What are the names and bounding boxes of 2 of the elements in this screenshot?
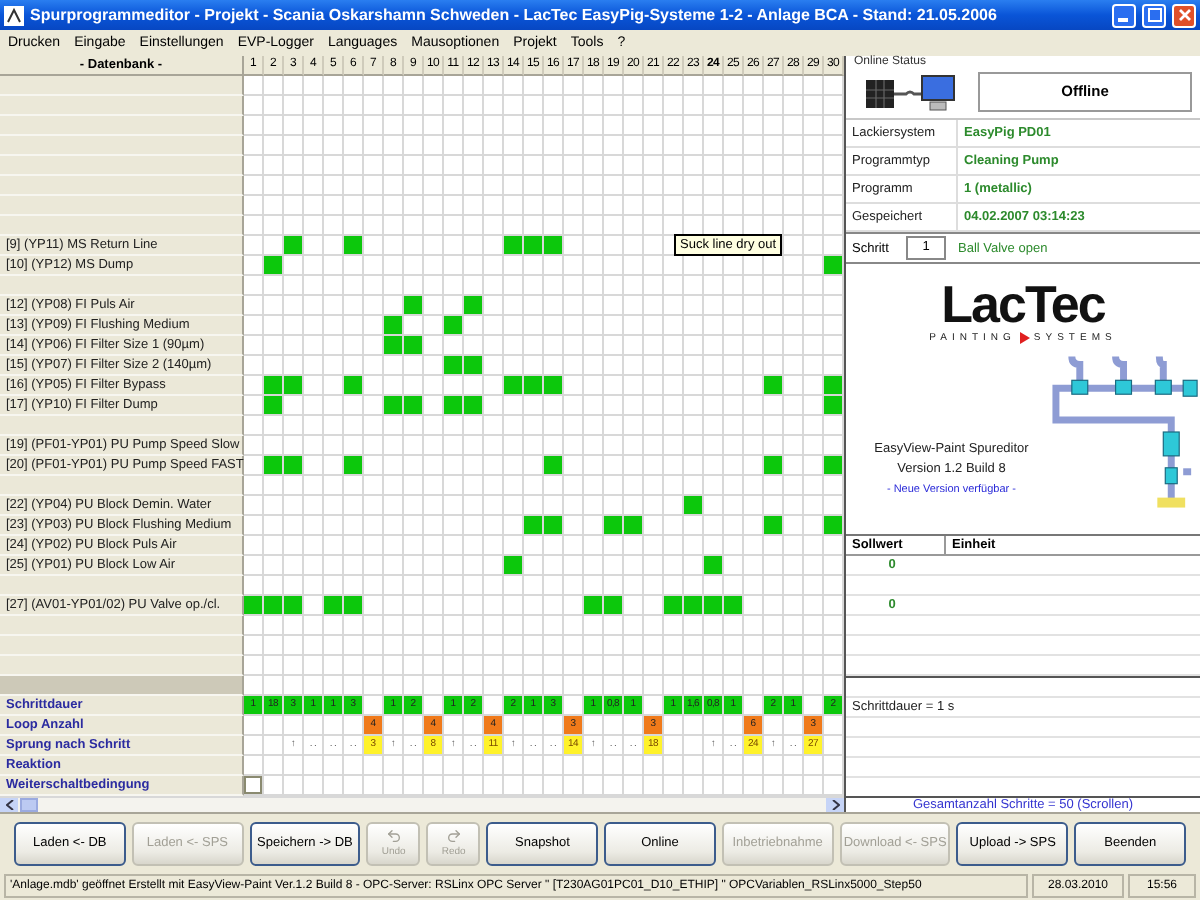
window-title: Spurprogrammeditor - Projekt - Scania Oskarshamn Schweden - LacTec EasyPig-Systeme 1-2 - Anlage BCA - Stand: 21.05.2006 bbox=[30, 6, 999, 24]
company-logo: LacTec bbox=[941, 276, 1105, 332]
